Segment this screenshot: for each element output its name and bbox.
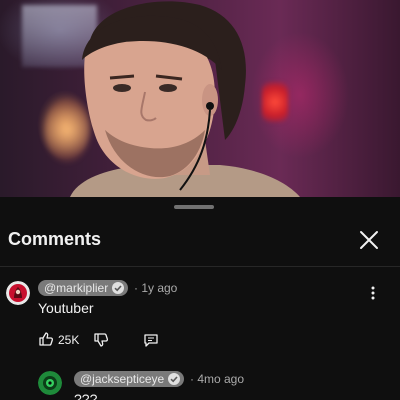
reply-icon: [144, 334, 158, 347]
avatar[interactable]: [6, 281, 30, 305]
close-icon: [360, 231, 378, 249]
comments-title: Comments: [8, 229, 102, 249]
thumb-down-icon: [94, 333, 109, 347]
comment-time: · 4mo ago: [190, 372, 245, 386]
more-options-button[interactable]: [370, 285, 376, 301]
comment-author: @markiplier: [44, 281, 109, 295]
avatar-jacksepticeye: [38, 371, 62, 395]
avatar-markiplier: [6, 281, 30, 305]
comment-author-pill[interactable]: @jacksepticeye: [74, 371, 185, 387]
comments-sheet: Comments @markiplier · 1y ago Youtuber 2…: [0, 197, 400, 400]
comment-text: ???: [74, 391, 97, 400]
verified-check-icon: [168, 373, 181, 385]
more-vert-icon: [371, 286, 375, 300]
comment-author-pill[interactable]: @markiplier: [38, 280, 129, 296]
video-person-image: [70, 1, 300, 197]
verified-check-icon: [112, 282, 125, 294]
like-button[interactable]: [38, 331, 54, 352]
avatar[interactable]: [38, 371, 62, 395]
comment-author: @jacksepticeye: [80, 372, 165, 386]
video-player[interactable]: [0, 0, 400, 197]
close-button[interactable]: [356, 227, 382, 253]
reply-button[interactable]: [143, 332, 159, 353]
dislike-button[interactable]: [93, 332, 109, 353]
comment-text-value: ???: [74, 391, 98, 400]
drag-handle[interactable]: [174, 205, 214, 209]
comment-time: · 1y ago: [134, 281, 178, 295]
header-divider: [0, 266, 400, 267]
thumb-up-icon: [39, 332, 54, 346]
comment-text: Youtuber: [38, 300, 94, 316]
like-count: 25K: [58, 333, 80, 347]
